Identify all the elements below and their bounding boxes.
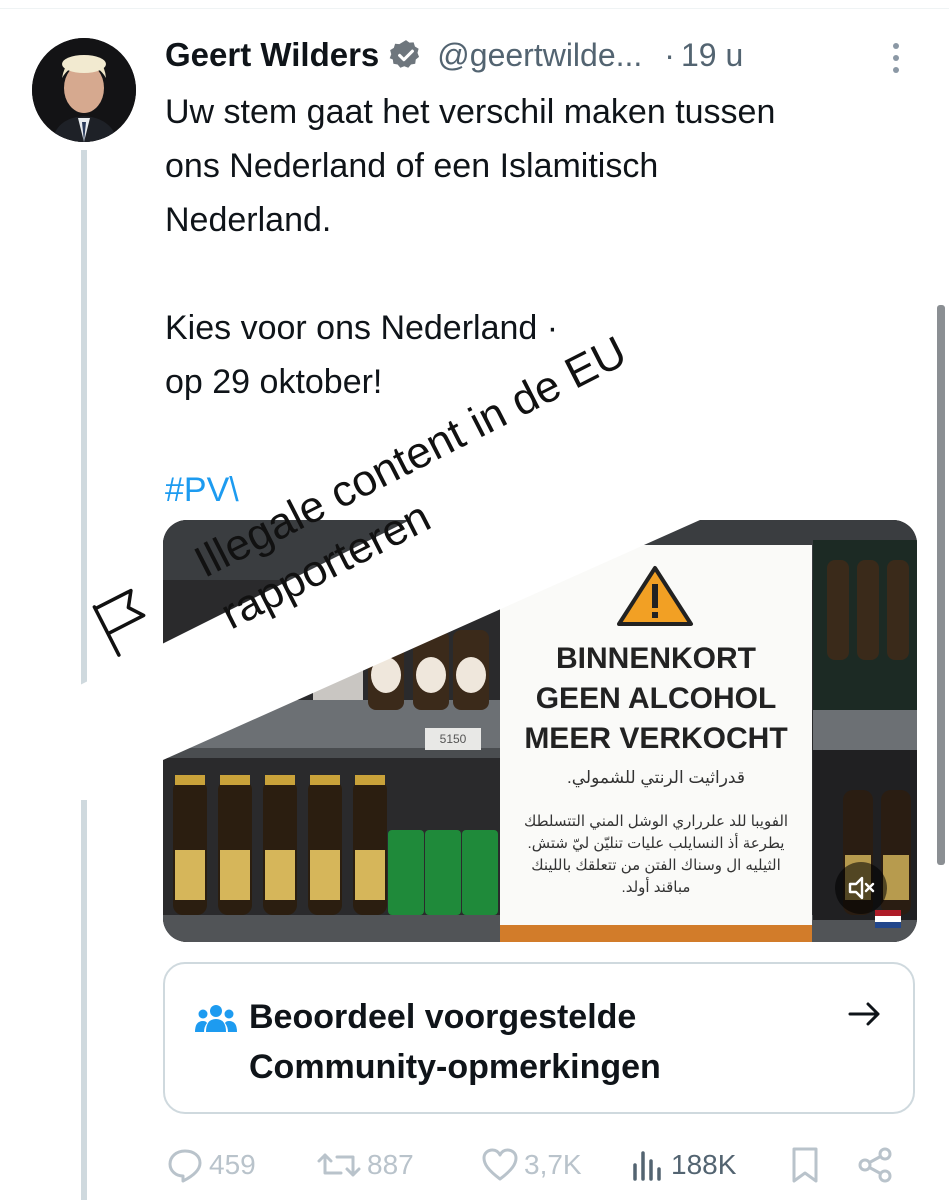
sign-arabic-line: قدراثيت الرنتي للشمولي. xyxy=(567,768,745,787)
avatar-photo xyxy=(32,38,136,142)
tweet-header: Geert Wilders @geertwilde... · 19 u xyxy=(165,30,743,80)
tweet-text-line: ons Nederland of een Islamitisch xyxy=(165,147,659,185)
community-notes-text: Beoordeel voorgestelde Community-opmerki… xyxy=(249,992,661,1092)
bookmark-button[interactable] xyxy=(787,1145,827,1185)
repost-button[interactable]: 887 xyxy=(315,1145,414,1185)
flag-icon[interactable] xyxy=(88,585,160,662)
mute-button[interactable] xyxy=(835,862,887,914)
avatar[interactable] xyxy=(32,38,136,142)
scrollbar[interactable] xyxy=(937,305,945,865)
volume-muted-icon xyxy=(848,876,875,900)
thread-line xyxy=(81,150,87,1200)
repost-icon xyxy=(317,1153,361,1177)
views-count: 188K xyxy=(671,1149,737,1180)
separator-dot: · xyxy=(664,36,675,73)
like-count: 3,7K xyxy=(524,1149,582,1180)
tweet-text-line: Uw stem gaat het verschil maken tussen xyxy=(165,93,776,131)
share-icon xyxy=(858,1147,892,1183)
sign-line: BINNENKORT xyxy=(556,642,756,675)
tweet-actions: 459 887 3,7K 188K xyxy=(165,1145,925,1189)
tweet-text-line: Nederland. xyxy=(165,201,332,239)
reply-icon xyxy=(168,1149,202,1183)
sign-arabic-line: الفويبا للد علرراري الوشل المني التتسلطك xyxy=(523,813,789,830)
people-icon xyxy=(195,1002,237,1041)
community-notes-line: Beoordeel voorgestelde xyxy=(249,998,637,1036)
views-button[interactable]: 188K xyxy=(627,1145,736,1185)
reply-count: 459 xyxy=(209,1149,256,1180)
arrow-right-icon xyxy=(847,999,883,1034)
tweet-text-line: Kies voor ons Nederland · xyxy=(165,309,559,347)
share-button[interactable] xyxy=(855,1145,899,1185)
author-name[interactable]: Geert Wilders xyxy=(165,36,379,74)
top-divider xyxy=(0,8,949,9)
sign-line: GEEN ALCOHOL xyxy=(535,682,777,715)
bookmark-icon xyxy=(792,1147,818,1183)
community-notes-card[interactable]: Beoordeel voorgestelde Community-opmerki… xyxy=(163,962,915,1114)
verified-badge-icon xyxy=(389,38,423,72)
community-notes-line: Community-opmerkingen xyxy=(249,1048,661,1086)
sign-arabic-line: مباقند أولد. xyxy=(621,879,691,896)
netherlands-flag-icon xyxy=(875,910,901,928)
repost-count: 887 xyxy=(367,1149,414,1180)
sign-arabic-line: الثيليه ال وسناك الفتن من تتعلقك باللينك xyxy=(531,857,781,874)
author-handle[interactable]: @geertwilde... xyxy=(437,37,642,74)
tweet-time[interactable]: 19 u xyxy=(681,37,743,74)
price-tag: 5150 xyxy=(425,728,481,750)
like-button[interactable]: 3,7K xyxy=(480,1145,582,1185)
heart-icon xyxy=(482,1148,518,1181)
reply-button[interactable]: 459 xyxy=(165,1145,256,1185)
sign-line: MEER VERKOCHT xyxy=(524,722,788,755)
views-icon xyxy=(633,1151,661,1181)
sign-arabic-line: يطرعة أذ النسايلب عليات تنليّن ليّ شتش. xyxy=(527,835,785,852)
more-options-icon[interactable] xyxy=(886,40,906,76)
